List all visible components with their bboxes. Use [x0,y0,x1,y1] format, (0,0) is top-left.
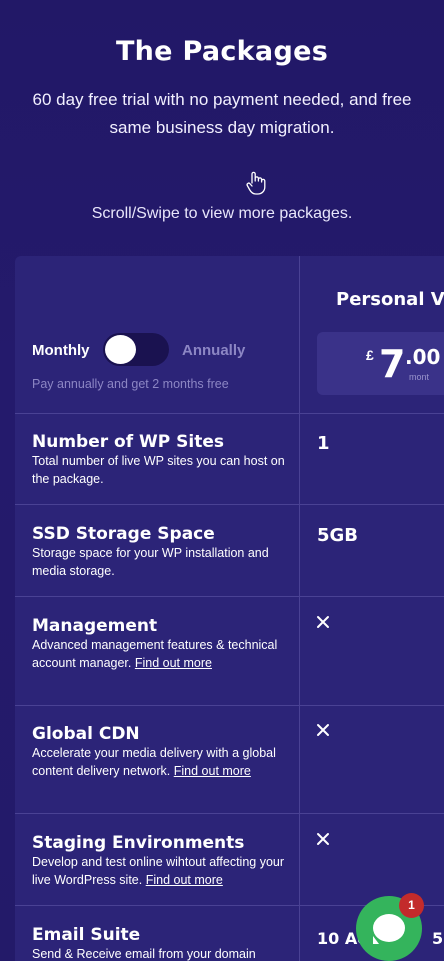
feature-title: Email Suite [32,925,141,945]
monthly-label[interactable]: Monthly [32,342,90,359]
hand-pointer-icon [246,171,266,195]
find-out-more-link[interactable]: Find out more [135,656,212,670]
feature-description: Develop and test online wihtout affectin… [32,854,287,889]
price-period: mont [409,372,430,382]
price-integer: 7 [379,342,406,386]
billing-toggle[interactable] [103,333,169,366]
column-divider [299,256,300,961]
close-icon [317,616,329,628]
annual-discount-note: Pay annually and get 2 months free [32,377,229,391]
toggle-knob[interactable] [105,335,136,364]
row-divider [15,705,444,706]
feature-title: Staging Environments [32,833,245,853]
feature-title: Management [32,616,158,636]
find-out-more-link[interactable]: Find out more [146,873,223,887]
swipe-hint: Scroll/Swipe to view more packages. [91,205,353,222]
row-divider [15,813,444,814]
feature-value-tail: 5 [432,929,444,948]
feature-value: 5GB [317,525,359,546]
page-subtitle: 60 day free trial with no payment needed… [32,90,412,137]
plan-name: Personal V [336,289,444,310]
row-divider [15,413,444,414]
row-divider [15,596,444,597]
chat-icon-tail [373,936,379,944]
feature-title: Global CDN [32,724,140,744]
find-out-more-link[interactable]: Find out more [174,764,251,778]
price-box: £ 7 .00 mont [317,332,444,395]
feature-description: Send & Receive email from your domain [32,947,256,961]
feature-value: 1 [317,433,330,454]
feature-description: Accelerate your media delivery with a gl… [32,745,287,780]
feature-description: Advanced management features & technical… [32,637,287,672]
page-title: The Packages [115,36,329,67]
feature-description: Storage space for your WP installation a… [32,546,269,578]
close-icon [317,833,329,845]
notification-badge: 1 [399,893,424,918]
price-decimal: .00 [405,345,441,369]
close-icon [317,724,329,736]
annually-label[interactable]: Annually [182,342,245,359]
pricing-table[interactable]: Personal V £ 7 .00 mont Monthly Annually… [15,256,444,961]
feature-description: Total number of live WP sites you can ho… [32,454,285,486]
row-divider [15,504,444,505]
feature-title: Number of WP Sites [32,432,225,452]
feature-title: SSD Storage Space [32,524,215,544]
price-currency: £ [366,347,374,363]
